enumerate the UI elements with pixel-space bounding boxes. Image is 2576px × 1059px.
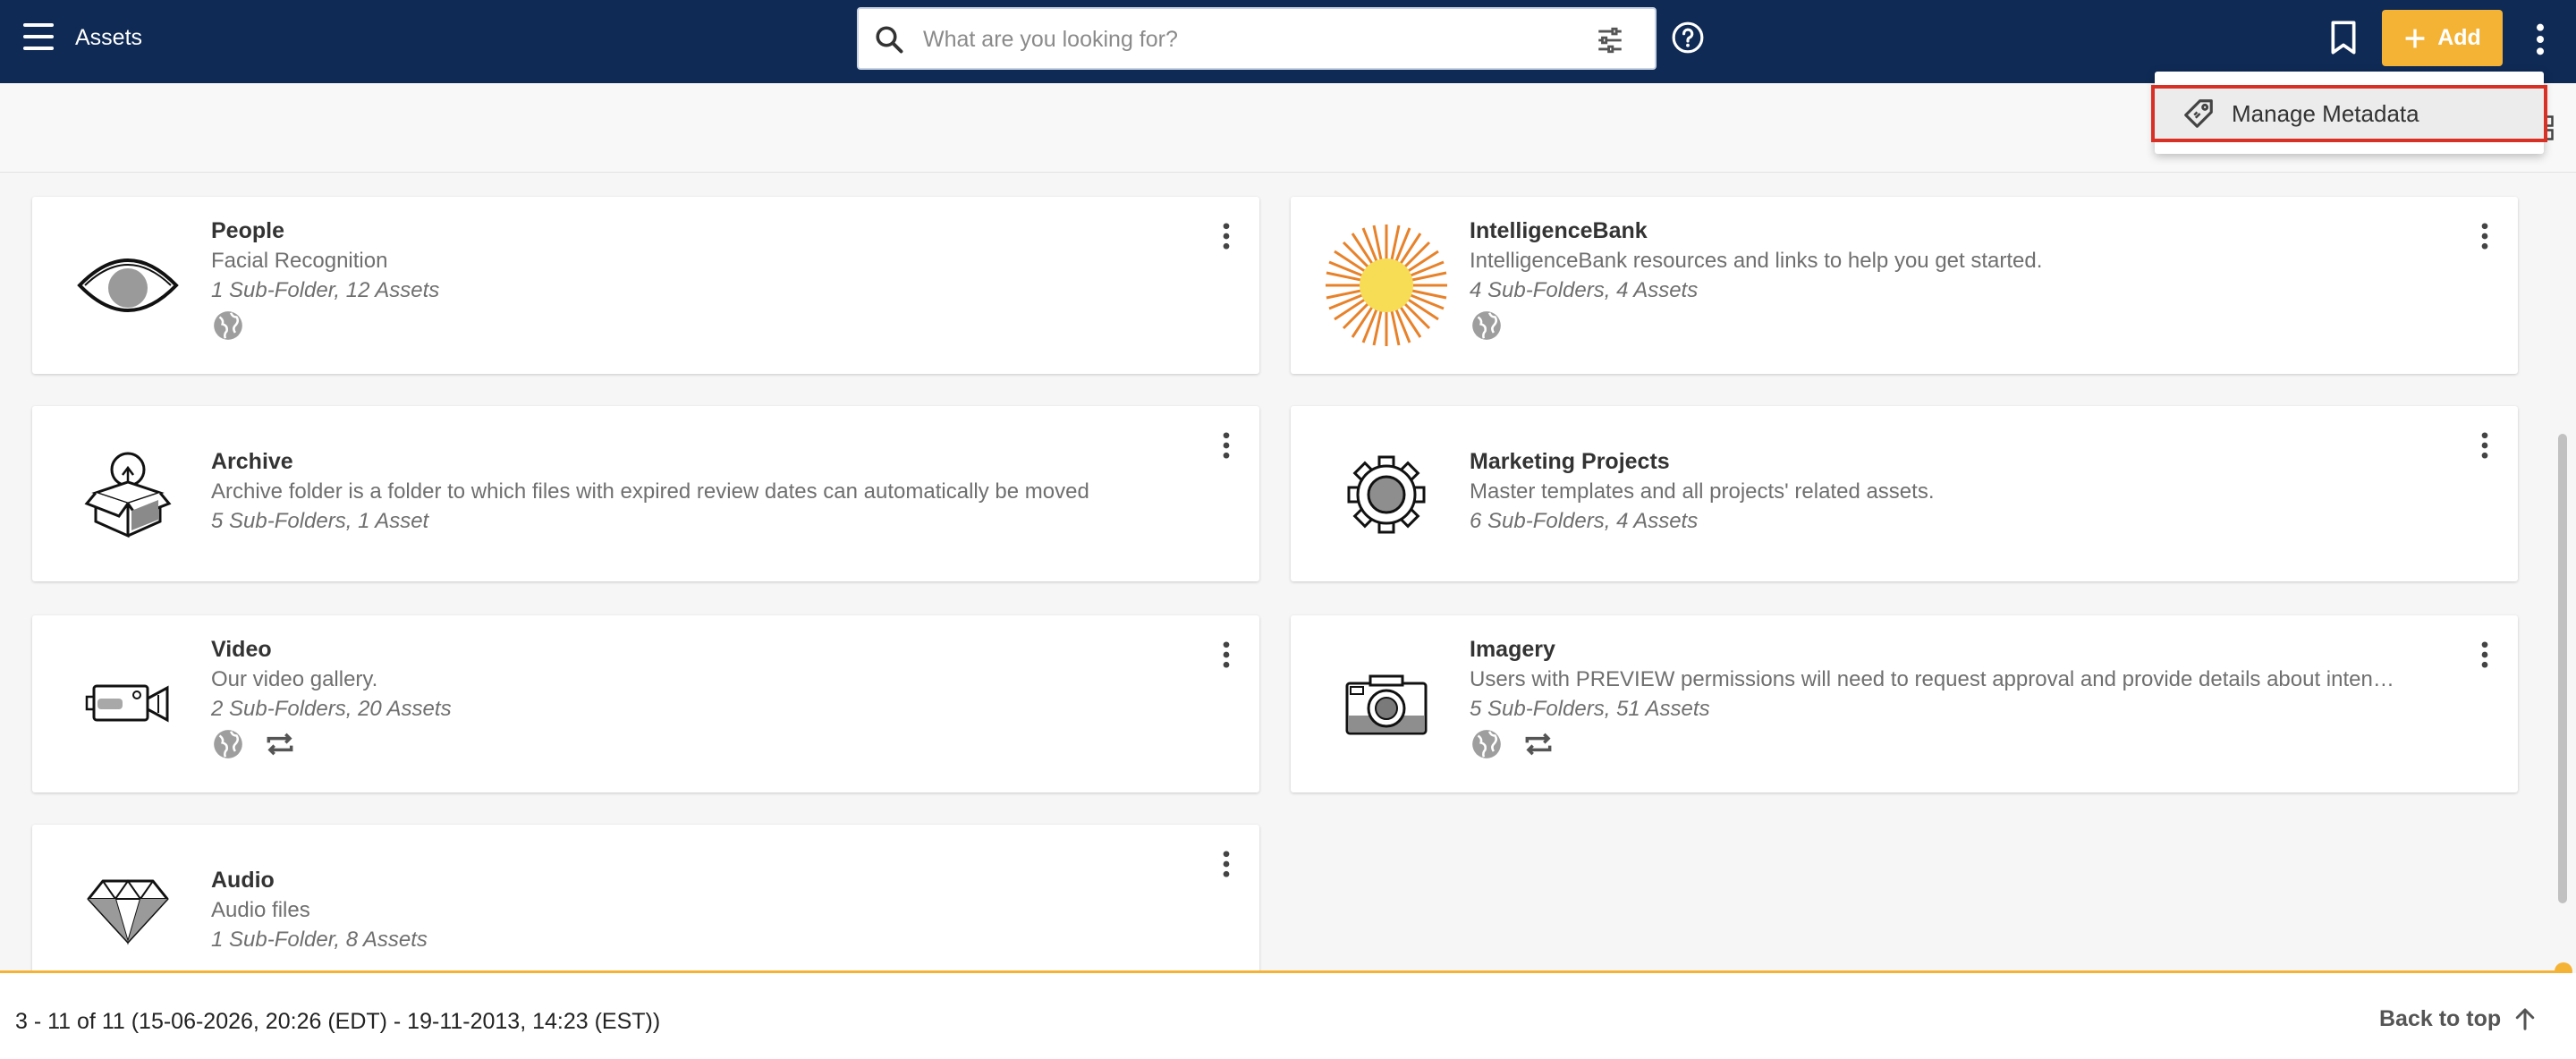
folder-count: 1 Sub-Folder, 12 Assets bbox=[211, 278, 440, 302]
menu-item-label: Manage Metadata bbox=[2232, 99, 2419, 127]
tag-icon bbox=[2184, 99, 2213, 128]
search-input[interactable] bbox=[923, 20, 1531, 59]
folder-count: 4 Sub-Folders, 4 Assets bbox=[1470, 278, 1699, 302]
folder-count: 5 Sub-Folders, 1 Asset bbox=[211, 509, 429, 533]
folder-name: Video bbox=[211, 637, 272, 662]
folder-card-people[interactable]: People Facial Recognition 1 Sub-Folder, … bbox=[32, 197, 1259, 374]
folder-count: 1 Sub-Folder, 8 Assets bbox=[211, 928, 428, 952]
folder-card-video[interactable]: Video Our video gallery. 2 Sub-Folders, … bbox=[32, 615, 1259, 792]
add-button[interactable]: Add bbox=[2382, 10, 2503, 66]
folder-menu-icon[interactable] bbox=[1220, 639, 1233, 671]
add-button-label: Add bbox=[2437, 25, 2481, 50]
folder-card-archive[interactable]: Archive Archive folder is a folder to wh… bbox=[32, 406, 1259, 581]
scrollbar-thumb[interactable] bbox=[2558, 434, 2567, 903]
filter-sliders-icon[interactable] bbox=[1594, 25, 1626, 55]
sun-icon bbox=[1319, 218, 1453, 352]
hamburger-menu-icon[interactable] bbox=[23, 23, 54, 52]
search-bar[interactable] bbox=[857, 7, 1657, 70]
more-options-icon[interactable] bbox=[2531, 21, 2549, 57]
video-camera-icon bbox=[61, 637, 195, 771]
app-title: Assets bbox=[75, 25, 143, 50]
folder-description: Facial Recognition bbox=[211, 249, 388, 273]
folder-card-imagery[interactable]: Imagery Users with PREVIEW permissions w… bbox=[1291, 615, 2518, 792]
result-range: 3 - 11 of 11 (15-06-2026, 20:26 (EDT) - … bbox=[15, 1009, 661, 1034]
plus-icon bbox=[2405, 29, 2425, 47]
folder-description: Archive folder is a folder to which file… bbox=[211, 479, 1089, 504]
bookmark-icon[interactable] bbox=[2328, 20, 2359, 55]
back-to-top-button[interactable]: Back to top bbox=[2379, 1005, 2538, 1032]
folder-menu-icon[interactable] bbox=[1220, 429, 1233, 462]
folder-name: Archive bbox=[211, 449, 293, 474]
diamond-icon bbox=[61, 843, 195, 977]
folder-menu-icon[interactable] bbox=[1220, 220, 1233, 252]
folder-count: 6 Sub-Folders, 4 Assets bbox=[1470, 509, 1699, 533]
folder-description: Master templates and all projects' relat… bbox=[1470, 479, 1935, 504]
lightbulb-box-icon bbox=[61, 428, 195, 562]
folder-description: Our video gallery. bbox=[211, 667, 378, 691]
menu-item-manage-metadata[interactable]: Manage Metadata bbox=[2151, 85, 2547, 142]
help-icon[interactable] bbox=[1671, 21, 1705, 55]
folder-name: Audio bbox=[211, 868, 275, 893]
folder-menu-icon[interactable] bbox=[2479, 639, 2491, 671]
bottom-bar: 3 - 11 of 11 (15-06-2026, 20:26 (EDT) - … bbox=[0, 973, 2576, 1059]
eye-icon bbox=[61, 218, 195, 352]
back-to-top-label: Back to top bbox=[2379, 1005, 2502, 1031]
folder-description: Users with PREVIEW permissions will need… bbox=[1470, 667, 2394, 691]
gear-icon bbox=[1319, 428, 1453, 562]
more-options-menu: Manage Metadata bbox=[2151, 72, 2547, 154]
folder-count: 5 Sub-Folders, 51 Assets bbox=[1470, 697, 1710, 721]
photo-camera-icon bbox=[1319, 637, 1453, 771]
globe-icon bbox=[1472, 311, 1501, 340]
folder-card-marketing-projects[interactable]: Marketing Projects Master templates and … bbox=[1291, 406, 2518, 581]
globe-icon bbox=[214, 311, 242, 340]
folder-count: 2 Sub-Folders, 20 Assets bbox=[211, 697, 452, 721]
folder-menu-icon[interactable] bbox=[2479, 429, 2491, 462]
arrow-up-icon bbox=[2515, 1008, 2535, 1030]
folder-name: People bbox=[211, 218, 284, 243]
folder-card-audio[interactable]: Audio Audio files 1 Sub-Folder, 8 Assets bbox=[32, 825, 1259, 986]
folder-name: IntelligenceBank bbox=[1470, 218, 1648, 243]
search-icon bbox=[876, 26, 903, 54]
folder-menu-icon[interactable] bbox=[2479, 220, 2491, 252]
folder-description: IntelligenceBank resources and links to … bbox=[1470, 249, 2043, 273]
folder-description: Audio files bbox=[211, 898, 310, 922]
repeat-icon bbox=[1525, 733, 1552, 756]
folder-card-intelligencebank[interactable]: IntelligenceBank IntelligenceBank resour… bbox=[1291, 197, 2518, 374]
repeat-icon bbox=[267, 733, 293, 756]
globe-icon bbox=[1472, 730, 1501, 758]
globe-icon bbox=[214, 730, 242, 758]
folder-menu-icon[interactable] bbox=[1220, 848, 1233, 880]
folder-name: Imagery bbox=[1470, 637, 1555, 662]
folder-name: Marketing Projects bbox=[1470, 449, 1670, 474]
